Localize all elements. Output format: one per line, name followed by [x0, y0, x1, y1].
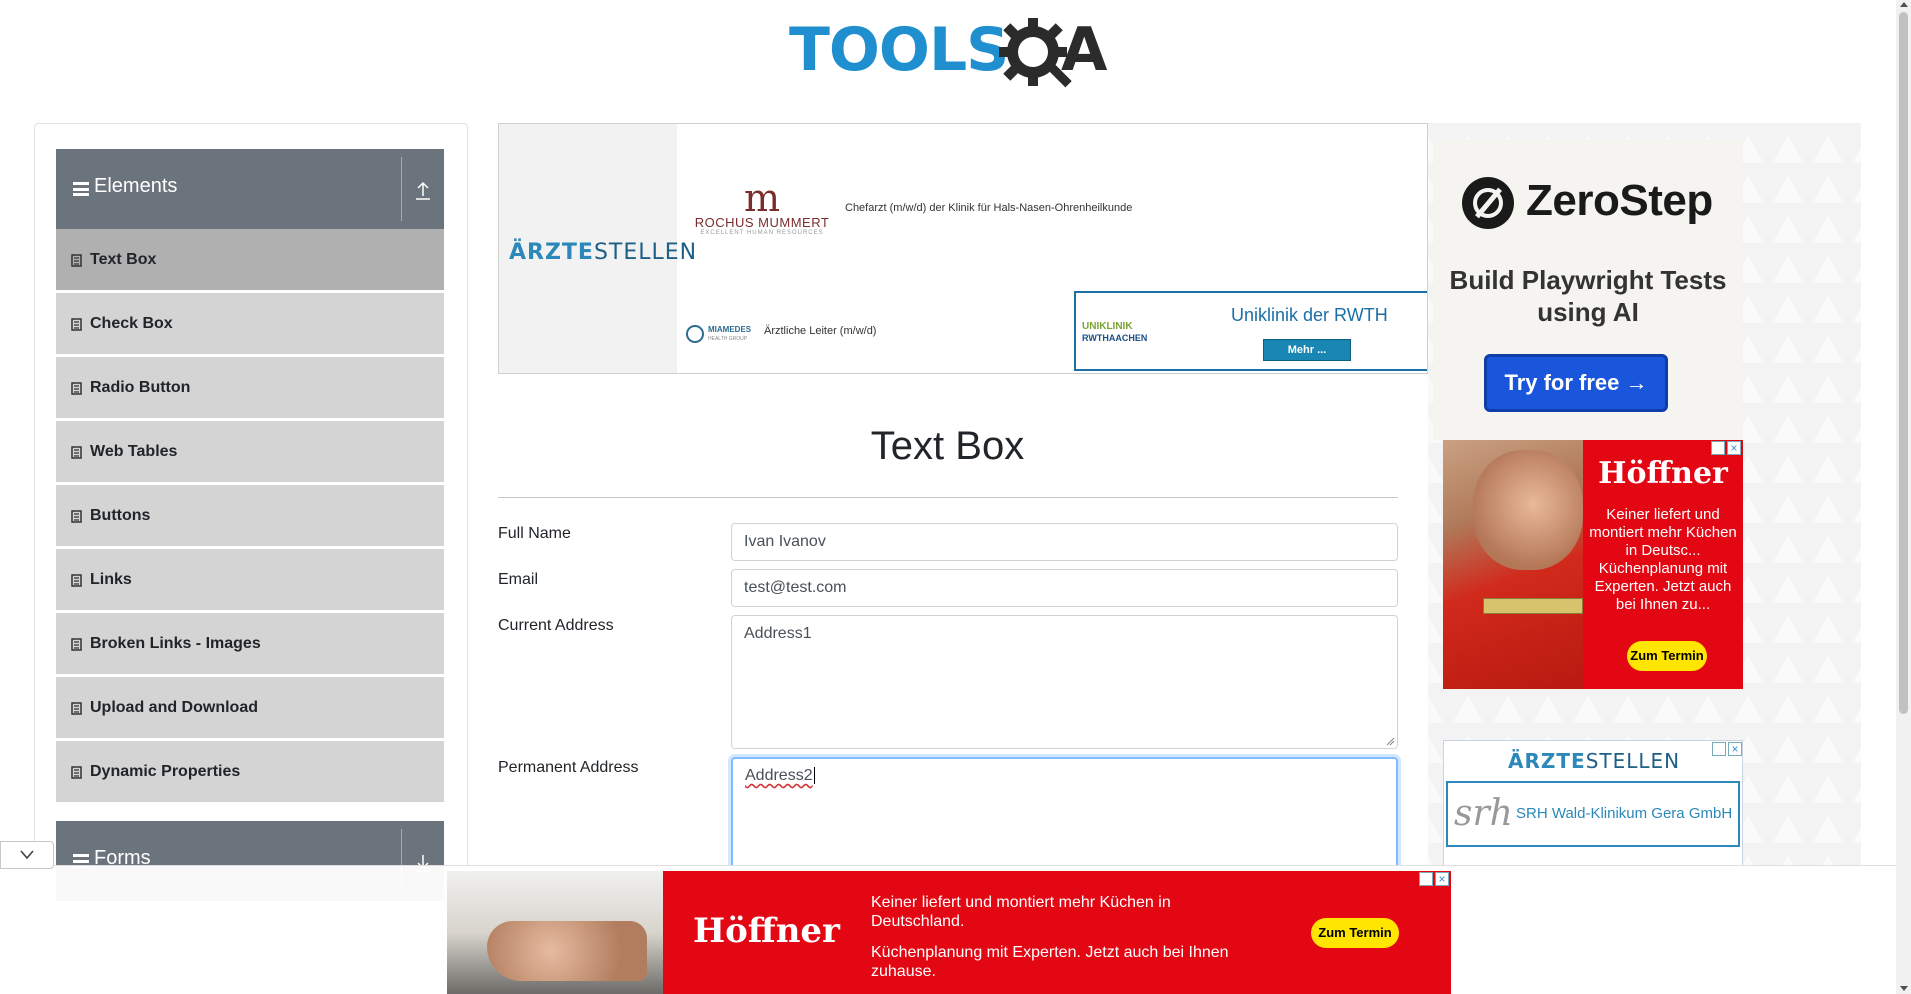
resize-grip-icon[interactable]: [1386, 737, 1395, 746]
email-input[interactable]: test@test.com: [731, 569, 1398, 607]
scroll-thumb[interactable]: [1899, 12, 1908, 714]
ad-job-title-1[interactable]: Chefarzt (m/w/d) der Klinik für Hals-Nas…: [845, 202, 1132, 214]
srh-name: SRH Wald-Klinikum Gera GmbH: [1516, 805, 1733, 822]
top-ad-banner[interactable]: ÄRZTESTELLEN m ROCHUS MUMMERT EXCELLENT …: [498, 123, 1428, 374]
title-divider: [498, 497, 1398, 498]
rwth-logo: RWTHAACHEN: [1082, 333, 1148, 343]
sidebar-item-upload-download[interactable]: Upload and Download: [56, 677, 444, 739]
hoffner-bottom-ad[interactable]: Höffner Keiner liefert und montiert mehr…: [447, 871, 1451, 994]
file-icon: [71, 446, 82, 459]
sidebar-item-label: Upload and Download: [90, 699, 258, 716]
page-title: Text Box: [870, 424, 1025, 468]
rochus-mummert-logo: m ROCHUS MUMMERT EXCELLENT HUMAN RESOURC…: [694, 176, 830, 236]
zerostep-name: ZeroStep: [1526, 176, 1713, 225]
full-name-label: Full Name: [498, 525, 571, 542]
permanent-address-label: Permanent Address: [498, 759, 639, 776]
sidebar-item-label: Web Tables: [90, 443, 178, 460]
current-address-label: Current Address: [498, 617, 614, 634]
collapse-up-icon[interactable]: [412, 175, 434, 203]
uniklinik-ad[interactable]: UNIKLINIK RWTHAACHEN Uniklinik der RWTH …: [1074, 291, 1427, 371]
sidebar-item-label: Broken Links - Images: [90, 635, 261, 652]
zum-termin-button[interactable]: Zum Termin: [1627, 641, 1707, 671]
sidebar-item-label: Check Box: [90, 315, 173, 332]
file-icon: [71, 702, 82, 715]
page-scrollbar[interactable]: [1896, 0, 1911, 994]
adchoices-icon[interactable]: [1712, 742, 1726, 756]
adchoices-icon[interactable]: [1419, 872, 1433, 886]
adchoices-icon[interactable]: [1711, 441, 1725, 455]
full-name-input[interactable]: Ivan Ivanov: [731, 523, 1398, 561]
sidebar-item-label: Text Box: [90, 251, 157, 268]
ad-job-title-2[interactable]: Ärztliche Leiter (m/w/d): [764, 325, 876, 337]
close-icon[interactable]: ×: [1435, 872, 1449, 886]
zerostep-tagline: Build Playwright Tests using AI: [1449, 265, 1727, 327]
mehr-button[interactable]: Mehr ...: [1263, 339, 1351, 361]
sidebar-item-buttons[interactable]: Buttons: [56, 485, 444, 547]
close-icon[interactable]: ×: [1727, 441, 1741, 455]
sidebar-item-label: Buttons: [90, 507, 151, 524]
group-label: Elements: [94, 175, 178, 197]
file-icon: [71, 318, 82, 331]
email-label: Email: [498, 571, 539, 588]
sidebar-item-web-tables[interactable]: Web Tables: [56, 421, 444, 483]
sidebar-item-label: Radio Button: [90, 379, 191, 396]
sidebar-item-check-box[interactable]: Check Box: [56, 293, 444, 355]
miamedes-logo: MIAMEDES HEALTH GROUP: [686, 323, 766, 347]
file-icon: [71, 510, 82, 523]
hoffner-logo: Höffner: [1598, 456, 1728, 491]
file-icon: [71, 638, 82, 651]
hoffner-ad-text: Keiner liefert und montiert mehr Küchen …: [1589, 506, 1737, 613]
ad-photo: [1443, 440, 1583, 689]
zerostep-ad[interactable]: ZeroStep Build Playwright Tests using AI…: [1433, 140, 1743, 440]
logo-text: TOOLS: [789, 15, 1009, 85]
uniklinik-logo: UNIKLINIK: [1082, 321, 1133, 332]
current-address-textarea[interactable]: Address1: [731, 615, 1398, 749]
chevron-down-icon: [20, 850, 34, 860]
try-for-free-button[interactable]: Try for free →: [1484, 354, 1668, 412]
logo-suffix: A: [1061, 15, 1108, 85]
sidebar-item-radio-button[interactable]: Radio Button: [56, 357, 444, 419]
aerztestellen-logo: ÄRZTESTELLEN: [509, 240, 698, 265]
zerostep-logo-icon: [1462, 177, 1514, 229]
menu-icon: [73, 182, 89, 196]
sidebar-item-label: Links: [90, 571, 132, 588]
sidebar-item-dynamic-properties[interactable]: Dynamic Properties: [56, 741, 444, 803]
file-icon: [71, 254, 82, 267]
close-icon[interactable]: ×: [1728, 742, 1742, 756]
sidebar-item-broken-links[interactable]: Broken Links - Images: [56, 613, 444, 675]
toolsqa-logo[interactable]: TOOLS A: [789, 16, 1112, 90]
collapse-ad-toggle[interactable]: [0, 841, 54, 869]
scroll-down-arrow-icon[interactable]: [1900, 986, 1908, 991]
group-header-elements[interactable]: Elements: [56, 149, 444, 229]
hoffner-logo: Höffner: [693, 911, 840, 951]
current-address-value: Address1: [744, 625, 812, 642]
file-icon: [71, 766, 82, 779]
sidebar-item-links[interactable]: Links: [56, 549, 444, 611]
hoffner-side-ad[interactable]: Höffner Keiner liefert und montiert mehr…: [1443, 440, 1743, 689]
bottom-ad-line-1: Keiner liefert und montiert mehr Küchen …: [871, 894, 1171, 930]
file-icon: [71, 382, 82, 395]
zum-termin-button[interactable]: Zum Termin: [1311, 918, 1399, 948]
sidebar-item-text-box[interactable]: Text Box: [56, 229, 444, 291]
bottom-ad-line-2: Küchenplanung mit Experten. Jetzt auch b…: [871, 944, 1229, 980]
scroll-up-arrow-icon[interactable]: [1900, 2, 1908, 7]
file-icon: [71, 574, 82, 587]
permanent-address-value: Address2: [745, 767, 813, 784]
srh-listing[interactable]: srh SRH Wald-Klinikum Gera GmbH: [1446, 781, 1740, 847]
uniklinik-title: Uniklinik der RWTH: [1231, 305, 1388, 325]
ad-photo: [447, 871, 663, 994]
page: TOOLS A Elements Text Box Check Box Radi…: [0, 0, 1911, 994]
divider: [401, 157, 402, 221]
sidebar-item-label: Dynamic Properties: [90, 763, 241, 780]
aerztestellen-logo: ÄRZTESTELLEN: [1508, 749, 1681, 773]
aerztestellen-brand-block: ÄRZTESTELLEN: [499, 124, 696, 373]
